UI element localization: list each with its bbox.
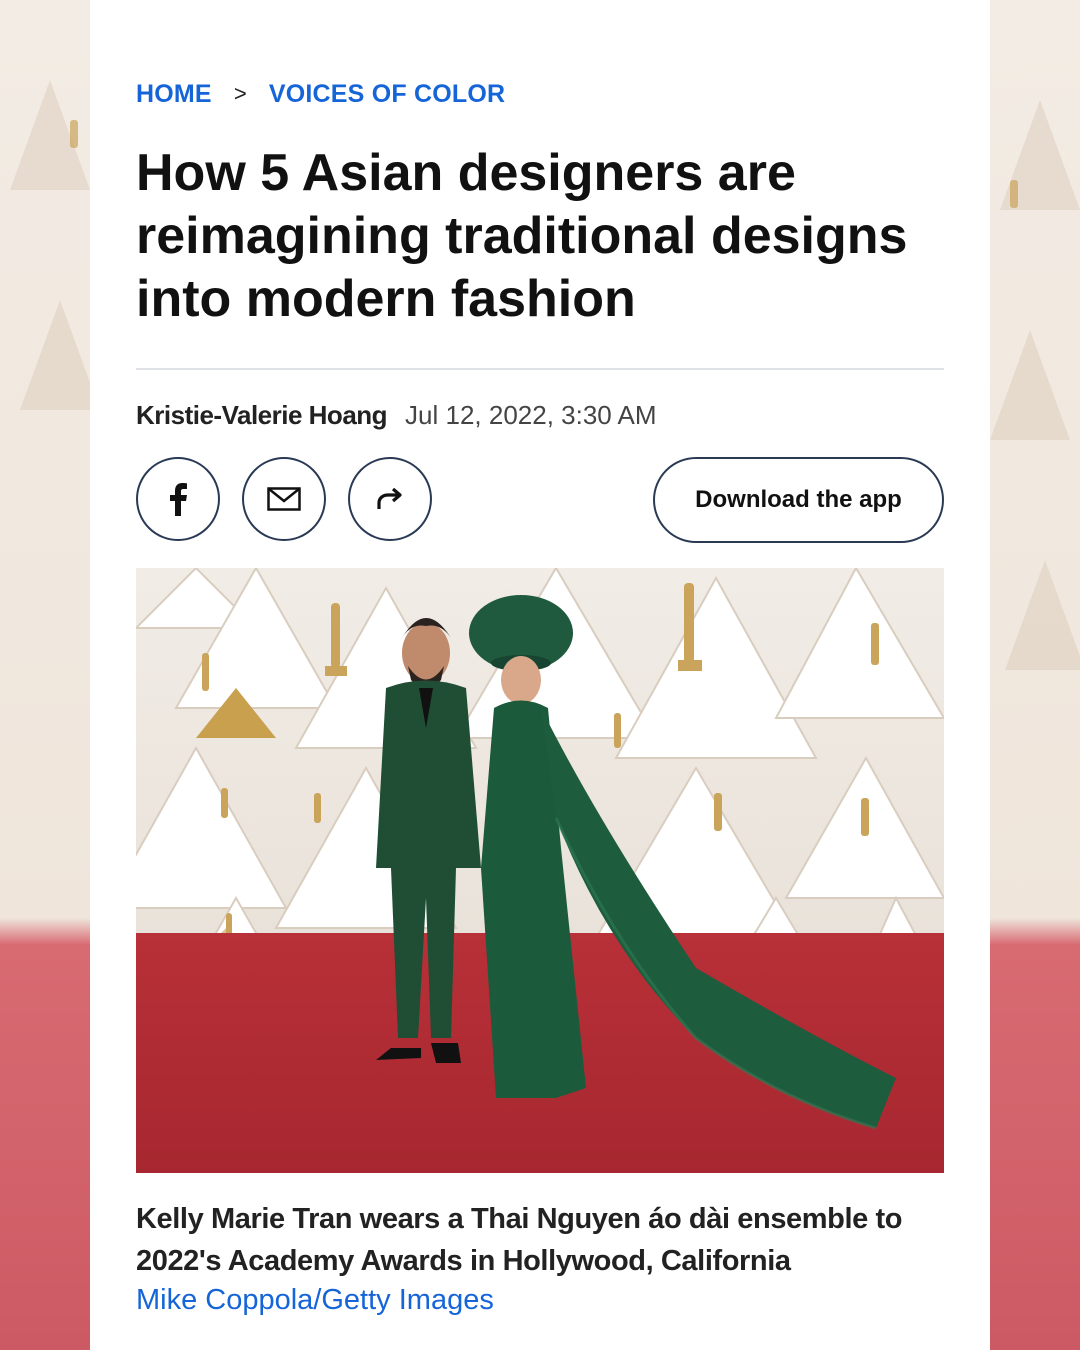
photo-caption: Kelly Marie Tran wears a Thai Nguyen áo … bbox=[136, 1203, 903, 1277]
breadcrumb-home-link[interactable]: HOME bbox=[136, 80, 212, 109]
photo-credit-link[interactable]: Mike Coppola/Getty Images bbox=[136, 1284, 494, 1317]
article-title: How 5 Asian designers are reimagining tr… bbox=[136, 144, 908, 328]
email-share-button[interactable] bbox=[242, 457, 326, 541]
facebook-icon bbox=[170, 483, 187, 516]
divider bbox=[136, 368, 944, 370]
mail-icon bbox=[267, 487, 301, 511]
red-carpet-photo bbox=[136, 568, 944, 1173]
breadcrumb: HOME > VOICES OF COLOR bbox=[136, 78, 505, 110]
byline: Kristie-Valerie Hoang Jul 12, 2022, 3:30… bbox=[136, 400, 657, 431]
article-card: HOME > VOICES OF COLOR How 5 Asian desig… bbox=[90, 0, 990, 1350]
breadcrumb-separator: > bbox=[233, 81, 247, 106]
share-button[interactable] bbox=[348, 457, 432, 541]
breadcrumb-section-link[interactable]: VOICES OF COLOR bbox=[269, 80, 505, 109]
author-name[interactable]: Kristie-Valerie Hoang bbox=[136, 400, 388, 431]
facebook-share-button[interactable] bbox=[136, 457, 220, 541]
article-photo bbox=[136, 568, 944, 1173]
forward-arrow-icon bbox=[377, 487, 402, 509]
download-app-button[interactable]: Download the app bbox=[653, 457, 944, 543]
publish-date: Jul 12, 2022, 3:30 AM bbox=[405, 400, 657, 430]
